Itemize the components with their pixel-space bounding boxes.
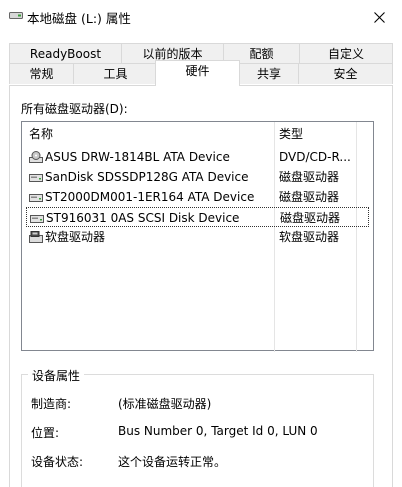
list-item[interactable]: ASUS DRW-1814BL ATA Device DVD/CD-R... (26, 147, 369, 167)
close-icon (373, 11, 385, 23)
column-header-name[interactable]: 名称 (29, 124, 53, 144)
device-type: 软盘驱动器 (279, 230, 340, 244)
device-name: ASUS DRW-1814BL ATA Device (45, 150, 230, 164)
device-name: 软盘驱动器 (45, 230, 106, 244)
tab-tools[interactable]: 工具 (73, 63, 158, 84)
device-status-label: 设备状态: (31, 455, 84, 469)
device-name: ST2000DM001-1ER164 ATA Device (45, 190, 255, 204)
list-item[interactable]: SanDisk SDSSDP128G ATA Device 磁盘驱动器 (26, 167, 369, 187)
device-type: 磁盘驱动器 (279, 170, 340, 184)
disk-drive-icon (29, 174, 43, 182)
list-item[interactable]: 软盘驱动器 软盘驱动器 (26, 227, 369, 247)
title-bar: 本地磁盘 (L:) 属性 (0, 0, 402, 34)
device-name: SanDisk SDSSDP128G ATA Device (45, 170, 249, 184)
tab-sharing[interactable]: 共享 (239, 63, 299, 84)
location-label: 位置: (31, 426, 60, 440)
manufacturer-value: (标准磁盘驱动器) (118, 397, 212, 411)
column-header-type[interactable]: 类型 (279, 124, 303, 144)
tab-hardware[interactable]: 硬件 (155, 60, 240, 86)
disk-drives-label: 所有磁盘驱动器(D): (21, 102, 128, 116)
tab-readyboost[interactable]: ReadyBoost (9, 43, 122, 64)
disk-drive-icon (29, 194, 43, 202)
location-value: Bus Number 0, Target Id 0, LUN 0 (118, 424, 318, 438)
list-item-selected[interactable]: ST916031 0AS SCSI Disk Device 磁盘驱动器 (26, 207, 369, 227)
disk-drive-icon (30, 215, 44, 223)
tab-security[interactable]: 安全 (298, 63, 393, 84)
tab-general[interactable]: 常规 (9, 63, 74, 84)
device-type: 磁盘驱动器 (280, 211, 341, 225)
window-title: 本地磁盘 (L:) 属性 (27, 11, 131, 26)
device-type: 磁盘驱动器 (279, 190, 340, 204)
close-button[interactable] (356, 0, 402, 34)
optical-drive-icon (29, 151, 43, 163)
device-name: ST916031 0AS SCSI Disk Device (46, 211, 240, 225)
list-item[interactable]: ST2000DM001-1ER164 ATA Device 磁盘驱动器 (26, 187, 369, 207)
device-type: DVD/CD-R... (279, 150, 351, 164)
manufacturer-label: 制造商: (31, 397, 72, 411)
disk-drives-list[interactable]: 名称 类型 ASUS DRW-1814BL ATA Device DVD/CD-… (21, 121, 374, 352)
device-status-value: 这个设备运转正常。 (118, 455, 227, 469)
drive-icon (9, 12, 23, 19)
floppy-drive-icon (29, 231, 43, 243)
device-properties-title: 设备属性 (28, 367, 85, 384)
tab-customize[interactable]: 自定义 (299, 43, 393, 64)
